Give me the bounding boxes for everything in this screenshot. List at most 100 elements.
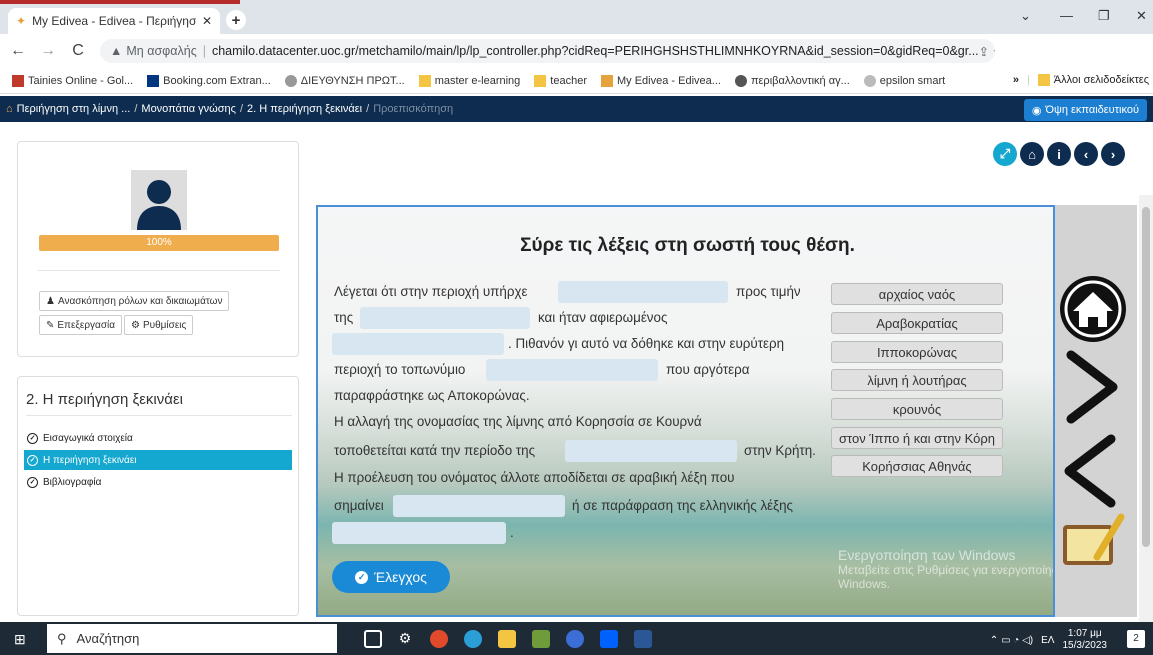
divider	[26, 415, 292, 416]
scrollbar-thumb[interactable]	[1142, 207, 1150, 547]
chevron-right-icon: ›	[1110, 146, 1116, 162]
notebook-icon[interactable]	[1057, 511, 1127, 569]
draggable-word[interactable]: κρουνός	[831, 398, 1003, 420]
bookmark-folder[interactable]: teacher	[534, 74, 587, 87]
page-scrollbar[interactable]	[1139, 195, 1153, 622]
drop-zone[interactable]	[486, 359, 658, 381]
draggable-word[interactable]: Ιπποκορώνας	[831, 341, 1003, 363]
windows-start-icon[interactable]: ⊞	[14, 631, 26, 648]
calculator-icon[interactable]	[566, 630, 584, 648]
other-bookmarks[interactable]: Άλλοι σελιδοδείκτες	[1037, 74, 1149, 86]
bookmark-item[interactable]: Tainies Online - Gol...	[12, 74, 133, 87]
address-bar[interactable]: ▲ Μη ασφαλής | chamilo.datacenter.uoc.gr…	[100, 39, 995, 63]
back-icon[interactable]: ←	[6, 42, 30, 60]
check-button[interactable]: ✓ Έλεγχος	[332, 561, 450, 593]
chevron-right-icon[interactable]	[1061, 349, 1121, 425]
drop-zone[interactable]	[360, 307, 530, 329]
draggable-word[interactable]: στον Ίππο ή και στην Κόρη	[831, 427, 1003, 449]
bookmark-item[interactable]: ΔΙΕΥΘΥΝΣΗ ΠΡΩΤ...	[284, 74, 405, 87]
info-button[interactable]: i	[1047, 142, 1071, 166]
drop-zone[interactable]	[565, 440, 737, 462]
drop-zone[interactable]	[332, 333, 504, 355]
bookmark-item[interactable]: Booking.com Extran...	[147, 74, 271, 87]
check-circle-icon: ✓	[27, 476, 38, 488]
home-circle-icon[interactable]	[1057, 273, 1129, 345]
edge-icon[interactable]	[464, 630, 482, 648]
bookmarks-right: » | Άλλοι σελιδοδείκτες	[1012, 74, 1149, 86]
browser-tab[interactable]: ✦ My Edivea - Edivea - Περιήγηση ✕	[8, 8, 220, 34]
browser-toolbar: ← → C ⌂ ▲ Μη ασφαλής | chamilo.datacente…	[0, 34, 1153, 92]
bookmark-item[interactable]: epsilon smart	[863, 74, 945, 87]
bookmark-item[interactable]: περιβαλλοντική αγ...	[734, 74, 850, 87]
check-circle-icon: ✓	[27, 432, 38, 444]
toc-item-active[interactable]: ✓ Η περιήγηση ξεκινάει	[24, 450, 292, 470]
tab-close-button[interactable]: ✕	[202, 14, 212, 28]
edit-button[interactable]: ✎ Επεξεργασία	[39, 315, 122, 335]
bookmark-item[interactable]: My Edivea - Edivea...	[601, 74, 721, 87]
progress-fill: 100%	[39, 235, 279, 251]
draggable-word[interactable]: Κορήσσιας Αθηνάς	[831, 455, 1003, 477]
drop-zone[interactable]	[332, 522, 506, 544]
bookmark-folder[interactable]: master e-learning	[418, 74, 520, 87]
minimize-button[interactable]: —	[1060, 8, 1073, 23]
app-icon[interactable]	[532, 630, 550, 648]
security-label: Μη ασφαλής	[126, 44, 197, 58]
settings-icon[interactable]: ⚙	[396, 630, 414, 648]
bookmarks-bar: Tainies Online - Gol... Booking.com Extr…	[0, 68, 1153, 94]
gear-icon: ⚙	[131, 319, 140, 331]
file-explorer-icon[interactable]	[498, 630, 516, 648]
tab-search-icon[interactable]: ⌄	[1020, 8, 1031, 24]
home-button[interactable]: ⌂	[1020, 142, 1044, 166]
more-bookmarks-button[interactable]: »	[1013, 74, 1019, 86]
bookmark-icon	[863, 74, 876, 87]
breadcrumb-course[interactable]: Περιήγηση στη λίμνη ...	[17, 103, 131, 115]
word-icon[interactable]	[634, 630, 652, 648]
share-icon[interactable]: ⇪ ☆	[979, 44, 995, 59]
profile-card: 100% ♟ Ανασκόπηση ρόλων και δικαιωμάτων ✎…	[17, 141, 299, 357]
globe-icon	[734, 74, 747, 87]
home-icon[interactable]: ⌂	[6, 103, 13, 115]
new-tab-button[interactable]: +	[226, 10, 246, 30]
task-view-icon[interactable]	[364, 630, 382, 648]
forward-icon[interactable]: →	[36, 42, 60, 60]
reload-icon[interactable]: C	[66, 42, 90, 60]
previous-button[interactable]: ‹	[1074, 142, 1098, 166]
taskbar-search[interactable]: ⚲ Αναζήτηση	[47, 624, 337, 653]
tab-title: My Edivea - Edivea - Περιήγηση	[32, 14, 196, 28]
toc-title: 2. Η περιήγηση ξεκινάει	[26, 391, 183, 408]
url-text: chamilo.datacenter.uoc.gr/metchamilo/mai…	[211, 44, 979, 58]
drop-zone[interactable]	[393, 495, 565, 517]
draggable-word[interactable]: λίμνη ή λουτήρας	[831, 369, 1003, 391]
restore-button[interactable]: ❐	[1098, 8, 1110, 24]
clock[interactable]: 1:07 μμ 15/3/2023	[1063, 628, 1108, 652]
breadcrumb-lp[interactable]: 2. Η περιήγηση ξεκινάει	[247, 103, 362, 115]
settings-button[interactable]: ⚙ Ρυθμίσεις	[124, 315, 194, 335]
draggable-word[interactable]: αρχαίος ναός	[831, 283, 1003, 305]
chevron-left-icon[interactable]	[1061, 433, 1121, 509]
activity-title: Σύρε τις λέξεις στη σωστή τους θέση.	[520, 235, 855, 256]
toc-item[interactable]: ✓ Εισαγωγικά στοιχεία	[24, 428, 292, 448]
dropbox-icon[interactable]	[600, 630, 618, 648]
text-line: παραφράστηκε ως Αποκορώνας.	[334, 388, 530, 403]
user-icon: ♟	[46, 295, 55, 307]
teacher-view-button[interactable]: ◉ Όψη εκπαιδευτικού	[1023, 99, 1147, 121]
drop-zone[interactable]	[558, 281, 728, 303]
draggable-word[interactable]: Αραβοκρατίας	[831, 312, 1003, 334]
next-button[interactable]: ›	[1101, 142, 1125, 166]
tray-icons[interactable]: ⌃ ▭ ◔ ◁)	[990, 635, 1033, 646]
window-close-button[interactable]: ✕	[1136, 8, 1147, 24]
eye-icon: ◉	[1031, 104, 1042, 117]
chrome-icon[interactable]	[430, 630, 448, 648]
activity-side-nav	[1055, 205, 1137, 617]
roles-button[interactable]: ♟ Ανασκόπηση ρόλων και δικαιωμάτων	[39, 291, 230, 311]
toc-item[interactable]: ✓ Βιβλιογραφία	[24, 472, 292, 492]
tab-accent-bar	[0, 0, 240, 4]
notification-icon[interactable]: 2	[1127, 630, 1145, 648]
breadcrumb-current: Προεπισκόπηση	[373, 103, 454, 115]
breadcrumb-learning-paths[interactable]: Μονοπάτια γνώσης	[141, 103, 236, 115]
text-line: στην Κρήτη.	[744, 443, 816, 458]
folder-icon	[418, 74, 431, 87]
language-indicator[interactable]: ΕΛ	[1041, 635, 1054, 646]
user-silhouette-icon	[137, 180, 181, 230]
fullscreen-button[interactable]: ⤢	[993, 142, 1017, 166]
